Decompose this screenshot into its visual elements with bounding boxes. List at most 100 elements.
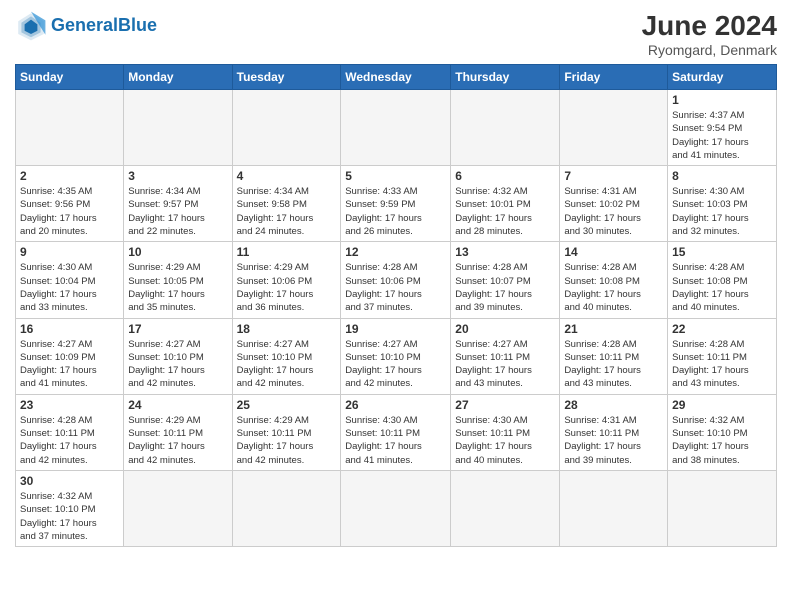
calendar-cell: 13 Sunrise: 4:28 AM Sunset: 10:07 PM Dayl… xyxy=(451,242,560,318)
calendar-cell: 22 Sunrise: 4:28 AM Sunset: 10:11 PM Dayl… xyxy=(668,318,777,394)
calendar-cell: 27 Sunrise: 4:30 AM Sunset: 10:11 PM Dayl… xyxy=(451,394,560,470)
calendar-cell: 14Sunrise: 4:28 AM Sunset: 10:08 PM Dayl… xyxy=(560,242,668,318)
day-number: 26 xyxy=(345,398,446,412)
day-number: 18 xyxy=(237,322,337,336)
weekday-saturday: Saturday xyxy=(668,65,777,90)
day-info: Sunrise: 4:30 AM Sunset: 10:11 PM Daylig… xyxy=(455,414,555,467)
title-block: June 2024 Ryomgard, Denmark xyxy=(642,10,777,58)
weekday-header-row: SundayMondayTuesdayWednesdayThursdayFrid… xyxy=(16,65,777,90)
calendar-cell: 4Sunrise: 4:34 AM Sunset: 9:58 PM Daylig… xyxy=(232,166,341,242)
calendar-cell xyxy=(560,90,668,166)
calendar-cell: 30 Sunrise: 4:32 AM Sunset: 10:10 PM Dayl… xyxy=(16,470,124,546)
day-number: 1 xyxy=(672,93,772,107)
day-number: 25 xyxy=(237,398,337,412)
day-info: Sunrise: 4:37 AM Sunset: 9:54 PM Dayligh… xyxy=(672,109,772,162)
logo: GeneralBlue xyxy=(15,10,157,42)
day-number: 24 xyxy=(128,398,227,412)
logo-icon xyxy=(15,10,47,42)
day-number: 6 xyxy=(455,169,555,183)
day-number: 15 xyxy=(672,245,772,259)
logo-general: General xyxy=(51,15,118,35)
day-number: 23 xyxy=(20,398,119,412)
calendar-cell xyxy=(232,90,341,166)
day-info: Sunrise: 4:27 AM Sunset: 10:09 PM Daylig… xyxy=(20,338,119,391)
calendar-cell xyxy=(341,90,451,166)
day-number: 16 xyxy=(20,322,119,336)
calendar-cell: 20 Sunrise: 4:27 AM Sunset: 10:11 PM Dayl… xyxy=(451,318,560,394)
day-info: Sunrise: 4:33 AM Sunset: 9:59 PM Dayligh… xyxy=(345,185,446,238)
sub-title: Ryomgard, Denmark xyxy=(642,42,777,58)
calendar-cell: 10Sunrise: 4:29 AM Sunset: 10:05 PM Dayl… xyxy=(124,242,232,318)
day-info: Sunrise: 4:30 AM Sunset: 10:04 PM Daylig… xyxy=(20,261,119,314)
calendar-cell: 29Sunrise: 4:32 AM Sunset: 10:10 PM Dayl… xyxy=(668,394,777,470)
day-number: 8 xyxy=(672,169,772,183)
calendar-cell xyxy=(124,90,232,166)
calendar-cell: 21Sunrise: 4:28 AM Sunset: 10:11 PM Dayl… xyxy=(560,318,668,394)
week-row-1: 1 Sunrise: 4:37 AM Sunset: 9:54 PM Daylig… xyxy=(16,90,777,166)
calendar-cell xyxy=(451,90,560,166)
day-info: Sunrise: 4:34 AM Sunset: 9:57 PM Dayligh… xyxy=(128,185,227,238)
day-info: Sunrise: 4:28 AM Sunset: 10:08 PM Daylig… xyxy=(564,261,663,314)
day-info: Sunrise: 4:28 AM Sunset: 10:07 PM Daylig… xyxy=(455,261,555,314)
header: GeneralBlue June 2024 Ryomgard, Denmark xyxy=(15,10,777,58)
day-info: Sunrise: 4:31 AM Sunset: 10:02 PM Daylig… xyxy=(564,185,663,238)
day-number: 22 xyxy=(672,322,772,336)
calendar-cell xyxy=(451,470,560,546)
calendar-cell: 11Sunrise: 4:29 AM Sunset: 10:06 PM Dayl… xyxy=(232,242,341,318)
day-number: 30 xyxy=(20,474,119,488)
weekday-monday: Monday xyxy=(124,65,232,90)
week-row-5: 23 Sunrise: 4:28 AM Sunset: 10:11 PM Dayl… xyxy=(16,394,777,470)
day-number: 19 xyxy=(345,322,446,336)
calendar-cell: 24Sunrise: 4:29 AM Sunset: 10:11 PM Dayl… xyxy=(124,394,232,470)
day-info: Sunrise: 4:35 AM Sunset: 9:56 PM Dayligh… xyxy=(20,185,119,238)
day-number: 13 xyxy=(455,245,555,259)
calendar-cell: 28Sunrise: 4:31 AM Sunset: 10:11 PM Dayl… xyxy=(560,394,668,470)
day-number: 2 xyxy=(20,169,119,183)
week-row-3: 9 Sunrise: 4:30 AM Sunset: 10:04 PM Dayli… xyxy=(16,242,777,318)
page: GeneralBlue June 2024 Ryomgard, Denmark … xyxy=(0,0,792,557)
day-info: Sunrise: 4:28 AM Sunset: 10:11 PM Daylig… xyxy=(20,414,119,467)
day-info: Sunrise: 4:32 AM Sunset: 10:10 PM Daylig… xyxy=(20,490,119,543)
logo-text: GeneralBlue xyxy=(51,16,157,36)
calendar-cell xyxy=(16,90,124,166)
calendar-cell xyxy=(668,470,777,546)
calendar-cell: 6Sunrise: 4:32 AM Sunset: 10:01 PM Dayli… xyxy=(451,166,560,242)
calendar-cell: 23 Sunrise: 4:28 AM Sunset: 10:11 PM Dayl… xyxy=(16,394,124,470)
calendar-cell: 17 Sunrise: 4:27 AM Sunset: 10:10 PM Dayl… xyxy=(124,318,232,394)
calendar-cell xyxy=(560,470,668,546)
logo-blue: Blue xyxy=(118,15,157,35)
calendar-cell: 1 Sunrise: 4:37 AM Sunset: 9:54 PM Daylig… xyxy=(668,90,777,166)
weekday-wednesday: Wednesday xyxy=(341,65,451,90)
weekday-tuesday: Tuesday xyxy=(232,65,341,90)
day-number: 17 xyxy=(128,322,227,336)
day-info: Sunrise: 4:27 AM Sunset: 10:10 PM Daylig… xyxy=(237,338,337,391)
calendar-cell: 7 Sunrise: 4:31 AM Sunset: 10:02 PM Dayli… xyxy=(560,166,668,242)
calendar-cell: 5Sunrise: 4:33 AM Sunset: 9:59 PM Daylig… xyxy=(341,166,451,242)
weekday-thursday: Thursday xyxy=(451,65,560,90)
day-info: Sunrise: 4:27 AM Sunset: 10:10 PM Daylig… xyxy=(128,338,227,391)
calendar-cell: 9 Sunrise: 4:30 AM Sunset: 10:04 PM Dayli… xyxy=(16,242,124,318)
calendar-cell: 19Sunrise: 4:27 AM Sunset: 10:10 PM Dayl… xyxy=(341,318,451,394)
day-number: 4 xyxy=(237,169,337,183)
calendar-cell: 12 Sunrise: 4:28 AM Sunset: 10:06 PM Dayl… xyxy=(341,242,451,318)
calendar-cell xyxy=(124,470,232,546)
day-number: 7 xyxy=(564,169,663,183)
calendar-cell: 8Sunrise: 4:30 AM Sunset: 10:03 PM Dayli… xyxy=(668,166,777,242)
day-number: 27 xyxy=(455,398,555,412)
day-number: 20 xyxy=(455,322,555,336)
day-info: Sunrise: 4:31 AM Sunset: 10:11 PM Daylig… xyxy=(564,414,663,467)
day-info: Sunrise: 4:29 AM Sunset: 10:06 PM Daylig… xyxy=(237,261,337,314)
day-number: 12 xyxy=(345,245,446,259)
calendar-cell xyxy=(232,470,341,546)
day-number: 3 xyxy=(128,169,227,183)
day-info: Sunrise: 4:29 AM Sunset: 10:11 PM Daylig… xyxy=(237,414,337,467)
calendar-cell: 25 Sunrise: 4:29 AM Sunset: 10:11 PM Dayl… xyxy=(232,394,341,470)
day-info: Sunrise: 4:28 AM Sunset: 10:11 PM Daylig… xyxy=(672,338,772,391)
day-number: 9 xyxy=(20,245,119,259)
day-info: Sunrise: 4:29 AM Sunset: 10:05 PM Daylig… xyxy=(128,261,227,314)
calendar: SundayMondayTuesdayWednesdayThursdayFrid… xyxy=(15,64,777,547)
week-row-4: 16 Sunrise: 4:27 AM Sunset: 10:09 PM Dayl… xyxy=(16,318,777,394)
day-info: Sunrise: 4:27 AM Sunset: 10:11 PM Daylig… xyxy=(455,338,555,391)
day-info: Sunrise: 4:28 AM Sunset: 10:06 PM Daylig… xyxy=(345,261,446,314)
weekday-friday: Friday xyxy=(560,65,668,90)
